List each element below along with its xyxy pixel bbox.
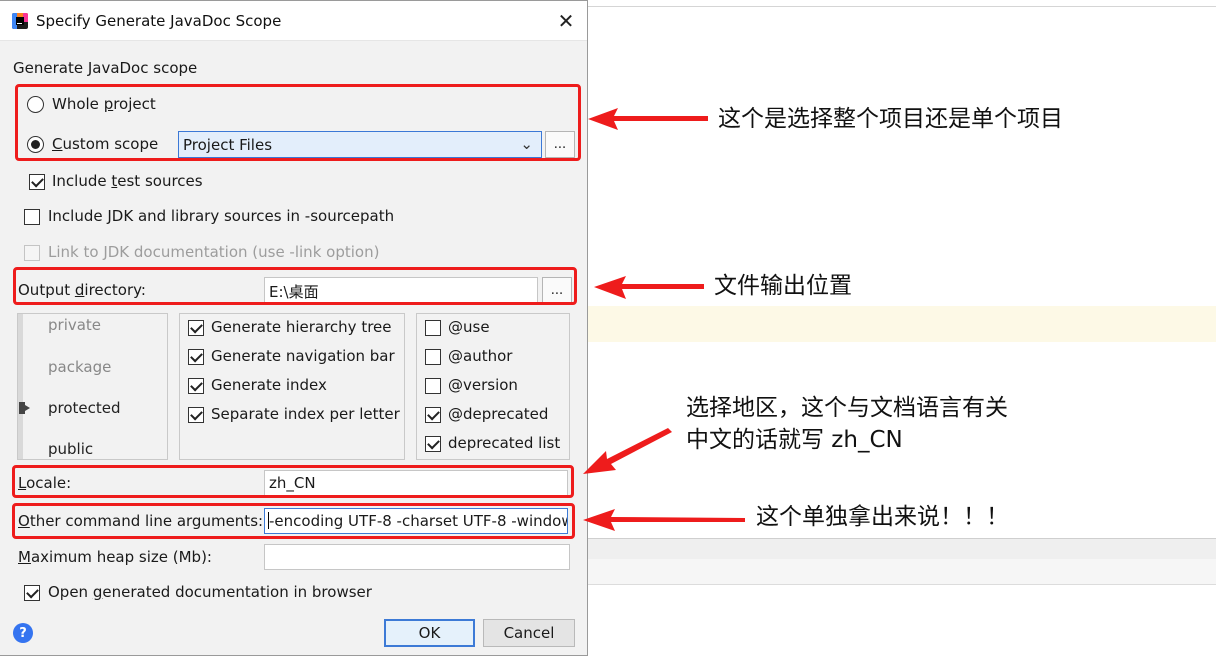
output-note: 文件输出位置 xyxy=(714,273,852,299)
args-note: 这个单独拿出来说！！！ xyxy=(756,504,1009,530)
locale-arrow xyxy=(583,428,672,474)
output-arrow xyxy=(594,276,704,299)
scope-arrow xyxy=(588,108,708,130)
annotation-arrows xyxy=(583,108,745,531)
args-arrow xyxy=(583,509,745,531)
locale-note-line1: 选择地区，这个与文档语言有关 xyxy=(686,395,1008,421)
locale-note-line2: 中文的话就写 zh_CN xyxy=(686,427,903,453)
scope-note: 这个是选择整个项目还是单个项目 xyxy=(718,106,1063,132)
